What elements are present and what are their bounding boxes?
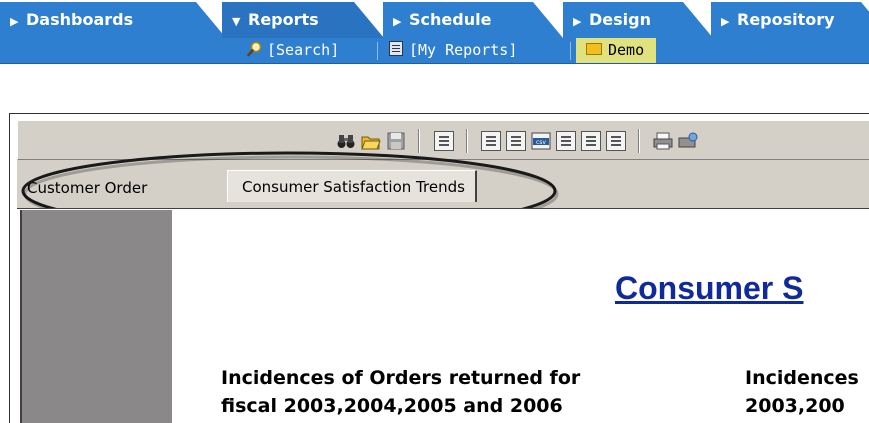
triangle-down-icon: ▼	[232, 15, 241, 28]
search-icon	[247, 41, 262, 57]
report-margin-panel	[20, 210, 172, 423]
export-word-icon[interactable]	[581, 131, 601, 151]
tab-reports[interactable]: ▼ Reports	[222, 2, 384, 38]
tab-customer-order-label: Customer Order	[27, 179, 148, 197]
tab-customer-order[interactable]: Customer Order	[23, 174, 151, 202]
tab-schedule[interactable]: ▶ Schedule	[383, 2, 563, 38]
right-description-line2: 2003,200	[745, 395, 845, 417]
tab-consumer-satisfaction-label: Consumer Satisfaction Trends	[242, 178, 465, 196]
subbar-divider	[377, 42, 378, 60]
export-pdf-icon[interactable]	[506, 131, 526, 151]
search-link-label: [Search]	[267, 41, 340, 59]
svg-text:csv: csv	[536, 139, 546, 146]
tab-design[interactable]: ▶ Design	[563, 2, 713, 38]
print-setup-icon[interactable]	[678, 131, 698, 151]
export-excel-icon[interactable]	[481, 131, 501, 151]
my-reports-link[interactable]: [My Reports]	[389, 38, 517, 63]
demo-folder-link[interactable]: Demo	[576, 38, 657, 63]
export-csv-icon[interactable]: csv	[531, 131, 551, 151]
my-reports-label: [My Reports]	[409, 41, 518, 59]
open-folder-icon[interactable]	[361, 131, 381, 151]
right-description-line1: Incidences	[745, 367, 859, 389]
tab-reports-label: Reports	[248, 10, 319, 29]
export-text-icon[interactable]	[556, 131, 576, 151]
page-view-icon[interactable]	[434, 131, 454, 151]
binoculars-icon[interactable]	[336, 131, 356, 151]
tab-schedule-label: Schedule	[409, 10, 492, 29]
subbar-divider	[570, 42, 571, 60]
triangle-right-icon: ▶	[573, 15, 582, 28]
report-tab-row: Customer Order Consumer Satisfaction Tre…	[17, 160, 869, 208]
tab-dashboards-label: Dashboards	[26, 10, 134, 29]
sub-navigation-bar: [Search] [My Reports] Demo	[0, 38, 869, 64]
toolbar-separator	[418, 129, 420, 153]
nav-tab-strip: ▶ Dashboards ▼ Reports ▶ Schedule ▶ Design ▶…	[0, 0, 869, 38]
printer-icon[interactable]	[653, 131, 673, 151]
triangle-right-icon: ▶	[393, 15, 402, 28]
tab-consumer-satisfaction-trends[interactable]: Consumer Satisfaction Trends	[227, 170, 477, 202]
tab-design-label: Design	[589, 10, 651, 29]
report-toolbar: csv	[17, 120, 869, 160]
document-icon	[389, 41, 403, 56]
triangle-right-icon: ▶	[10, 15, 19, 28]
report-title[interactable]: Consumer S	[615, 264, 803, 312]
left-description-line1: Incidences of Orders returned for	[221, 367, 581, 389]
triangle-right-icon: ▶	[721, 15, 730, 28]
toolbar-separator	[466, 129, 468, 153]
top-navigation: ▶ Dashboards ▼ Reports ▶ Schedule ▶ Design ▶…	[0, 0, 869, 64]
copy-pages-icon[interactable]	[606, 131, 626, 151]
folder-icon	[586, 43, 602, 55]
left-description-line2: fiscal 2003,2004,2005 and 2006	[221, 395, 563, 417]
tab-repository[interactable]: ▶ Repository	[711, 2, 869, 38]
tab-dashboards[interactable]: ▶ Dashboards	[0, 2, 226, 38]
demo-folder-label: Demo	[608, 41, 645, 59]
toolbar-separator	[638, 129, 640, 153]
search-link[interactable]: [Search]	[247, 38, 339, 63]
tab-repository-label: Repository	[737, 10, 835, 29]
save-disk-icon[interactable]	[386, 131, 406, 151]
